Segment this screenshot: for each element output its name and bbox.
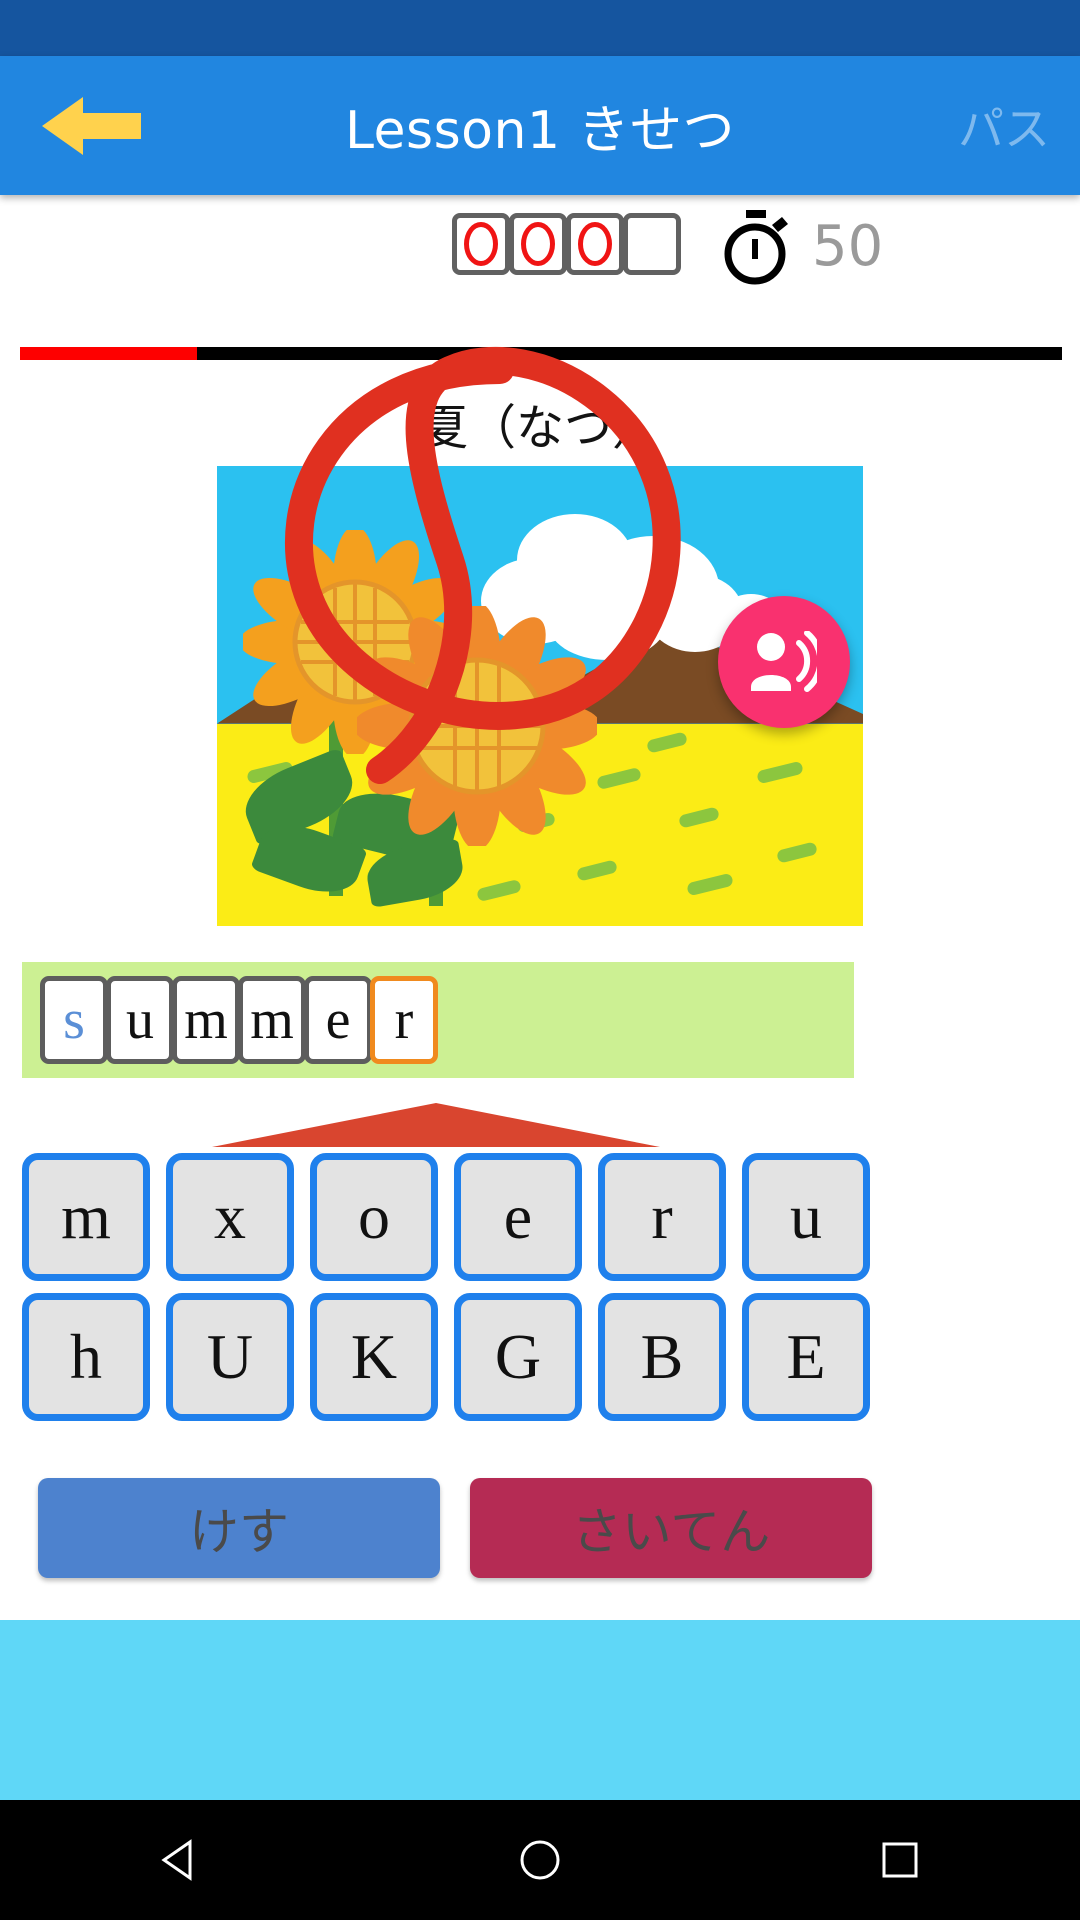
score-box [452,213,510,275]
erase-button[interactable]: けす [38,1478,440,1578]
status-bar [0,0,1080,56]
triangle-back-icon [161,1839,192,1881]
answer-slot-1[interactable]: u [106,976,174,1064]
answer-slot-4[interactable]: e [304,976,372,1064]
key-G[interactable]: G [454,1293,582,1421]
key-r[interactable]: r [598,1153,726,1281]
answer-slot-2[interactable]: m [172,976,240,1064]
key-x[interactable]: x [166,1153,294,1281]
key-K[interactable]: K [310,1293,438,1421]
score-box [566,213,624,275]
key-h[interactable]: h [22,1293,150,1421]
correct-circle-icon [464,222,498,266]
timer-value: 50 [812,214,884,279]
key-B[interactable]: B [598,1293,726,1421]
circle-home-icon [520,1840,560,1880]
answer-slot-0[interactable]: s [40,976,108,1064]
nav-back-button[interactable] [90,1800,270,1920]
key-u[interactable]: u [742,1153,870,1281]
sunflower-shape [353,602,601,850]
progress-bar-fill [20,347,198,360]
keypad-row-1: hUKGBE [22,1293,1058,1421]
stopwatch-icon [724,210,788,285]
answer-slot-3[interactable]: m [238,976,306,1064]
grade-button[interactable]: さいてん [470,1478,872,1578]
score-box [509,213,567,275]
key-o[interactable]: o [310,1153,438,1281]
key-e[interactable]: e [454,1153,582,1281]
back-button[interactable] [36,94,146,158]
question-word: 夏（なつ） [419,400,660,456]
arrow-up-icon [212,1103,660,1147]
score-boxes [452,213,681,275]
page-title: Lesson1 きせつ [344,101,736,161]
key-m[interactable]: m [22,1153,150,1281]
action-buttons: けす さいてん [38,1478,1042,1578]
correct-circle-icon [521,222,555,266]
letter-keypad[interactable]: mxoeruhUKGBE [22,1153,1058,1433]
sunflower-svg [353,602,601,850]
speak-button[interactable] [718,596,850,728]
score-timer-row: 50 [0,195,1080,295]
correct-circle-icon [578,222,612,266]
bottom-banner [0,1620,1080,1800]
answer-slot-5[interactable]: r [370,976,438,1064]
hint-arrow [212,1103,660,1149]
key-U[interactable]: U [166,1293,294,1421]
app-root: Lesson1 きせつ パス 50 夏（なつ） s u m m e r m x … [0,0,1080,1920]
score-box-empty [623,213,681,275]
record-voice-over-icon [751,631,817,692]
nav-home-button[interactable] [450,1800,630,1920]
timer: 50 [720,209,883,285]
app-bar: Lesson1 きせつ パス [0,56,1080,195]
keypad-row-0: mxoeru [22,1153,1058,1281]
android-nav-bar [0,1800,1080,1920]
square-recents-icon [882,1842,918,1878]
arrow-left-icon [42,97,141,155]
nav-recents-button[interactable] [810,1800,990,1920]
pass-button[interactable]: パス [958,56,1050,195]
progress-bar-track [20,347,1062,360]
answer-slots[interactable]: summer [22,962,854,1078]
key-E[interactable]: E [742,1293,870,1421]
